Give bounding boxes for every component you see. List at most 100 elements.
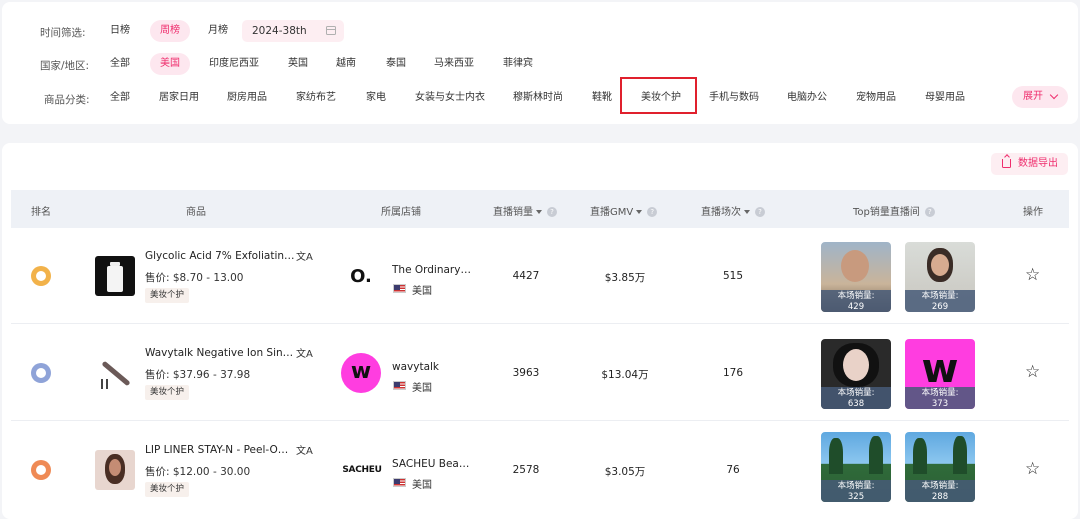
calendar-icon xyxy=(326,26,336,35)
sort-desc-icon[interactable] xyxy=(536,210,542,214)
category-option-appliances[interactable]: 家电 xyxy=(358,87,394,109)
help-icon[interactable]: ? xyxy=(755,207,765,217)
rank-silver-icon xyxy=(31,363,51,383)
product-image[interactable] xyxy=(95,353,135,393)
shop-logo-text: w xyxy=(350,358,372,384)
favorite-star-icon[interactable]: ☆ xyxy=(1025,265,1040,285)
region-option-thailand[interactable]: 泰国 xyxy=(378,53,414,75)
help-icon[interactable]: ? xyxy=(924,207,935,217)
product-price: 售价: $8.70 - 13.00 xyxy=(145,272,244,284)
category-option-home[interactable]: 居家日用 xyxy=(152,87,206,109)
category-filter-label: 商品分类: xyxy=(44,94,90,106)
shop-logo-text: SACHEU xyxy=(342,465,382,475)
region-option-uk[interactable]: 英国 xyxy=(280,53,316,75)
region-option-vietnam[interactable]: 越南 xyxy=(328,53,364,75)
us-flag-icon xyxy=(393,381,406,390)
category-option-baby[interactable]: 母婴用品 xyxy=(917,87,973,109)
region-option-philippines[interactable]: 菲律宾 xyxy=(496,53,540,75)
sort-desc-icon[interactable] xyxy=(744,210,750,214)
live-room-thumbnail[interactable]: 本场销量: 325 xyxy=(821,432,891,502)
category-option-pets[interactable]: 宠物用品 xyxy=(848,87,904,109)
live-room-sales: 373 xyxy=(931,398,949,409)
export-label: 数据导出 xyxy=(1018,158,1058,169)
shop-logo[interactable]: O. xyxy=(341,256,381,296)
header-product: 商品 xyxy=(186,207,206,218)
shop-logo[interactable]: w xyxy=(341,353,381,393)
category-option-all[interactable]: 全部 xyxy=(103,87,137,109)
category-option-phones[interactable]: 手机与数码 xyxy=(702,87,766,109)
live-room-thumbnail[interactable]: 本场销量: 269 xyxy=(905,242,975,312)
header-live-sessions[interactable]: 直播场次? xyxy=(701,203,765,218)
rank-gold-icon xyxy=(31,266,51,286)
us-flag-icon xyxy=(393,478,406,487)
product-title[interactable]: Glycolic Acid 7% Exfoliating To··· xyxy=(145,250,295,262)
product-title[interactable]: LIP LINER STAY-N - Peel-Off Lip··· xyxy=(145,444,295,456)
header-live-gmv[interactable]: 直播GMV? xyxy=(590,203,658,218)
region-option-all[interactable]: 全部 xyxy=(103,53,137,75)
header-live-sales[interactable]: 直播销量? xyxy=(493,203,557,218)
product-price: 售价: $12.00 - 30.00 xyxy=(145,466,251,478)
region-option-indonesia[interactable]: 印度尼西亚 xyxy=(202,53,266,75)
time-option-day[interactable]: 日榜 xyxy=(103,20,137,42)
live-gmv-value: $13.04万 xyxy=(601,369,649,381)
live-room-caption: 本场销量: 288 xyxy=(905,480,975,502)
product-title[interactable]: Wavytalk Negative Ion Single ··· xyxy=(145,347,295,359)
expand-button[interactable]: 展开 xyxy=(1012,86,1068,108)
live-sales-value: 4427 xyxy=(512,270,540,282)
time-option-month[interactable]: 月榜 xyxy=(200,20,236,42)
live-sessions-value: 176 xyxy=(722,367,744,379)
translate-icon[interactable]: 文A xyxy=(296,442,313,457)
header-live-sessions-label: 直播场次 xyxy=(701,207,741,218)
shop-logo[interactable]: SACHEU xyxy=(341,450,383,490)
export-data-button[interactable]: 数据导出 xyxy=(991,153,1068,175)
header-live-gmv-label: 直播GMV xyxy=(590,207,634,218)
category-option-muslim-fashion[interactable]: 穆斯林时尚 xyxy=(506,87,570,109)
shop-name[interactable]: The Ordinary S··· xyxy=(392,264,474,276)
live-room-caption: 本场销量: 373 xyxy=(905,387,975,409)
category-tag: 美妆个护 xyxy=(145,288,190,303)
table-row[interactable]: LIP LINER STAY-N - Peel-Off Lip··· 文A 售价… xyxy=(11,422,1069,518)
shop-country: 美国 xyxy=(412,286,432,297)
live-room-thumbnail[interactable]: 本场销量: 638 xyxy=(821,339,891,409)
header-actions: 操作 xyxy=(1023,207,1043,218)
region-filter-label: 国家/地区: xyxy=(40,60,90,72)
time-filter-label: 时间筛选: xyxy=(40,27,86,39)
sort-desc-icon[interactable] xyxy=(636,210,643,214)
shop-name[interactable]: SACHEU Beauty xyxy=(392,458,474,470)
translate-icon[interactable]: 文A xyxy=(296,345,313,360)
help-icon[interactable]: ? xyxy=(647,207,658,217)
header-top-rooms: Top销量直播间? xyxy=(853,203,935,218)
live-room-thumbnail[interactable]: 本场销量: 288 xyxy=(905,432,975,502)
help-icon[interactable]: ? xyxy=(547,207,557,217)
category-option-textiles[interactable]: 家纺布艺 xyxy=(289,87,343,109)
translate-icon[interactable]: 文A xyxy=(296,248,313,263)
category-tag: 美妆个护 xyxy=(145,482,190,497)
live-room-thumbnail[interactable]: w 本场销量: 373 xyxy=(905,339,975,409)
category-option-computers[interactable]: 电脑办公 xyxy=(780,87,834,109)
region-option-malaysia[interactable]: 马来西亚 xyxy=(427,53,481,75)
header-rank: 排名 xyxy=(31,207,51,218)
favorite-star-icon[interactable]: ☆ xyxy=(1025,362,1040,382)
favorite-star-icon[interactable]: ☆ xyxy=(1025,459,1040,479)
live-room-sales: 269 xyxy=(931,301,949,312)
time-option-week[interactable]: 周榜 xyxy=(150,20,190,42)
live-room-thumbnail[interactable]: 本场销量: 429 xyxy=(821,242,891,312)
product-image[interactable] xyxy=(95,450,135,490)
table-row[interactable]: Wavytalk Negative Ion Single ··· 文A 售价: … xyxy=(11,325,1069,421)
week-picker[interactable]: 2024-38th xyxy=(242,20,344,42)
shop-country: 美国 xyxy=(412,383,432,394)
product-image[interactable] xyxy=(95,256,135,296)
shop-name[interactable]: wavytalk xyxy=(392,361,474,373)
live-room-sales: 429 xyxy=(847,301,865,312)
shop-logo-text: O. xyxy=(350,265,372,287)
category-option-kitchen[interactable]: 厨房用品 xyxy=(220,87,274,109)
header-shop: 所属店铺 xyxy=(381,207,421,218)
region-option-us[interactable]: 美国 xyxy=(150,53,190,75)
live-room-caption-label: 本场销量: xyxy=(837,388,875,398)
table-row[interactable]: Glycolic Acid 7% Exfoliating To··· 文A 售价… xyxy=(11,228,1069,324)
category-option-shoes[interactable]: 鞋靴 xyxy=(584,87,620,109)
category-option-womenswear[interactable]: 女装与女士内衣 xyxy=(407,87,493,109)
live-room-sales: 638 xyxy=(847,398,865,409)
live-room-caption-label: 本场销量: xyxy=(837,291,875,301)
header-live-sales-label: 直播销量 xyxy=(493,207,533,218)
